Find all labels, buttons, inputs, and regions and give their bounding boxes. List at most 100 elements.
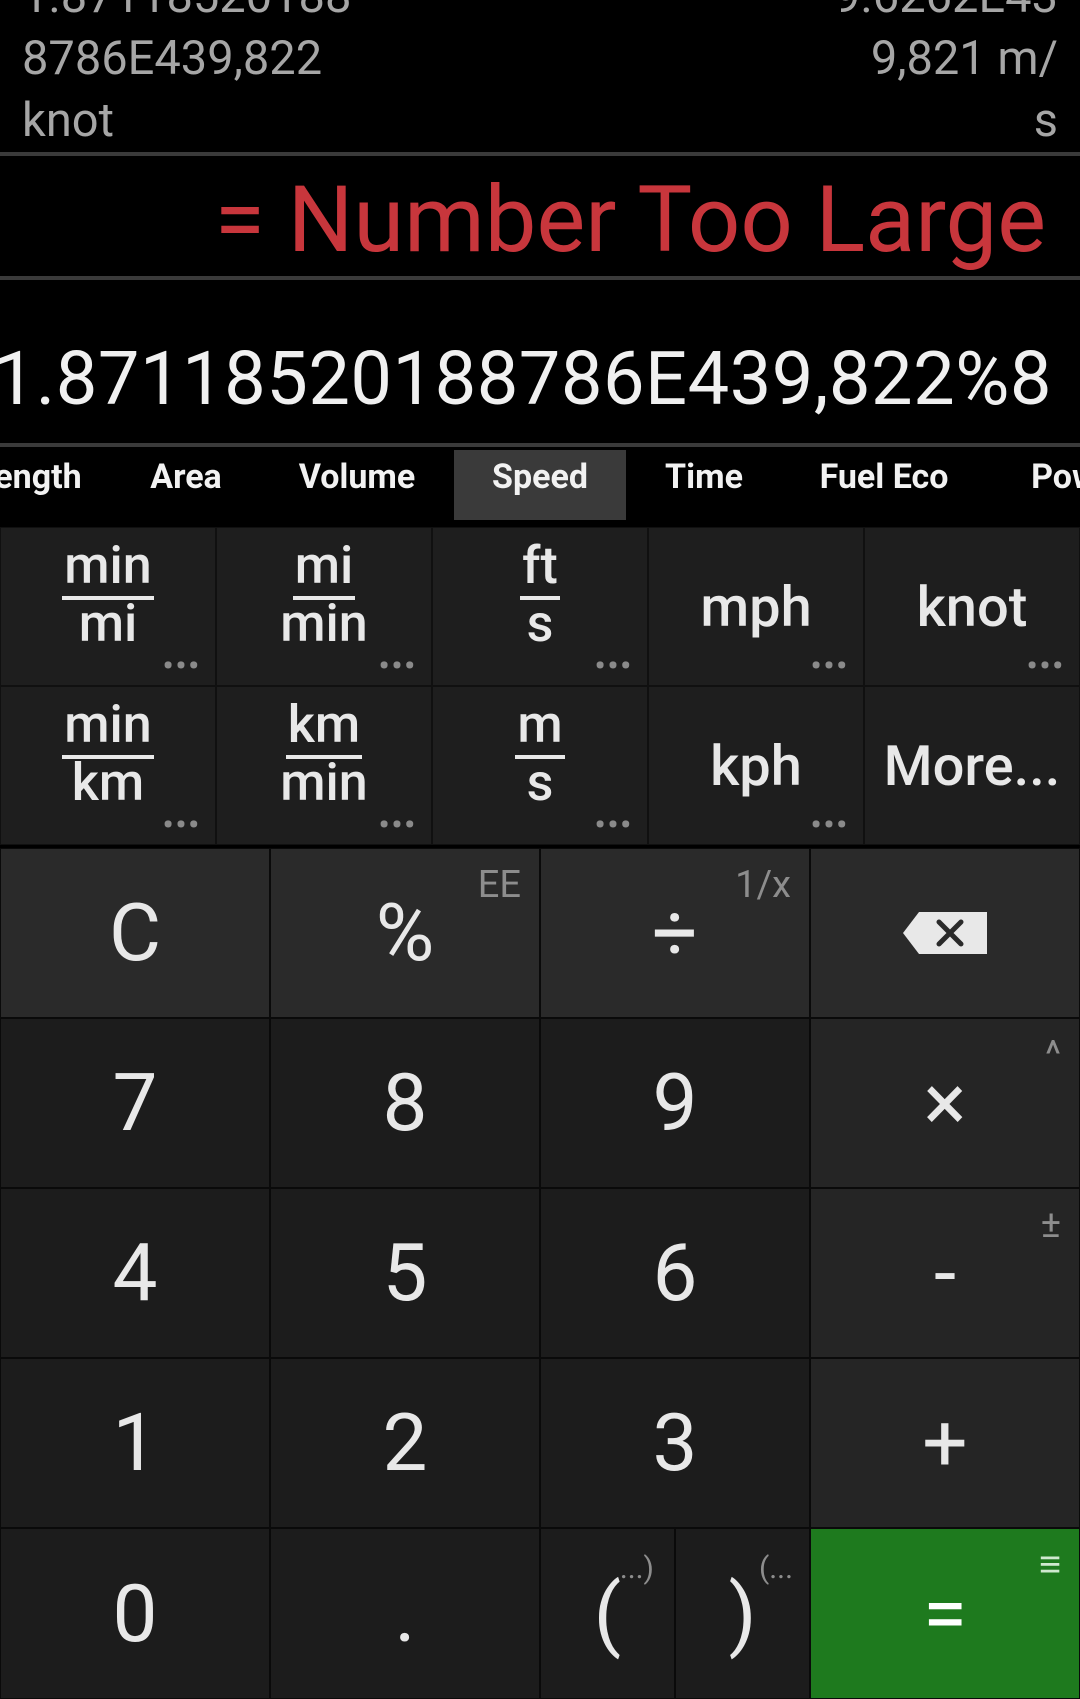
digit-6-button[interactable]: 6 xyxy=(540,1188,810,1358)
tab-power[interactable]: Pow xyxy=(1024,450,1080,520)
unit-denominator: km xyxy=(71,752,145,813)
unit-knot-button[interactable]: knot ••• xyxy=(864,527,1080,686)
unit-numerator: km xyxy=(285,694,363,759)
equals-button[interactable]: = ≡ xyxy=(810,1528,1080,1699)
menu-icon: ≡ xyxy=(1038,1543,1061,1587)
more-options-icon: ••• xyxy=(162,808,201,843)
unit-denominator: min xyxy=(280,593,368,654)
unit-numerator: m xyxy=(515,694,565,759)
digit-label: 8 xyxy=(382,1056,428,1150)
unit-m-per-s-button[interactable]: m s ••• xyxy=(432,686,648,845)
digit-4-button[interactable]: 4 xyxy=(0,1188,270,1358)
close-paren-button[interactable]: ) (... xyxy=(675,1528,810,1699)
plus-label: + xyxy=(922,1396,968,1490)
decimal-point-button[interactable]: . xyxy=(270,1528,540,1699)
more-options-icon: ••• xyxy=(1026,649,1065,684)
fraction: m s xyxy=(433,694,647,813)
multiply-label: × xyxy=(923,1056,967,1150)
tab-length[interactable]: ength xyxy=(0,450,86,520)
more-options-icon: ••• xyxy=(810,808,849,843)
fraction: mi min xyxy=(217,535,431,654)
unit-mph-button[interactable]: mph ••• xyxy=(648,527,864,686)
open-paren-label: ( xyxy=(593,1566,622,1661)
digit-1-button[interactable]: 1 xyxy=(0,1358,270,1528)
tab-area[interactable]: Area xyxy=(136,450,236,520)
percent-button[interactable]: % EE xyxy=(270,848,540,1018)
digit-5-button[interactable]: 5 xyxy=(270,1188,540,1358)
digit-label: 2 xyxy=(382,1396,428,1490)
unit-min-per-km-button[interactable]: min km ••• xyxy=(0,686,216,845)
digit-label: 6 xyxy=(652,1226,698,1320)
backspace-icon xyxy=(903,912,987,954)
unit-denominator: s xyxy=(526,752,554,813)
unit-ft-per-s-button[interactable]: ft s ••• xyxy=(432,527,648,686)
more-units-button[interactable]: More... xyxy=(864,686,1080,845)
clear-label: C xyxy=(108,886,162,980)
divide-button[interactable]: ÷ 1/x xyxy=(540,848,810,1018)
fraction: min mi xyxy=(1,535,215,654)
digit-2-button[interactable]: 2 xyxy=(270,1358,540,1528)
digit-label: 7 xyxy=(112,1056,158,1150)
backspace-button[interactable] xyxy=(810,848,1080,1018)
expression-display[interactable]: 1.87118520188786E439,822%8 xyxy=(0,283,1080,443)
unit-km-per-min-button[interactable]: km min ••• xyxy=(216,686,432,845)
category-tabs[interactable]: ength Area Volume Speed Time Fuel Eco Po… xyxy=(0,450,1080,520)
open-paren-hint: (... xyxy=(759,1551,793,1586)
equals-label: = xyxy=(923,1566,967,1661)
multiply-button[interactable]: × ^ xyxy=(810,1018,1080,1188)
digit-7-button[interactable]: 7 xyxy=(0,1018,270,1188)
divider xyxy=(0,276,1080,280)
expression-text: 1.87118520188786E439,822%8 xyxy=(0,336,1052,423)
digit-8-button[interactable]: 8 xyxy=(270,1018,540,1188)
unit-denominator: min xyxy=(280,752,368,813)
unit-mi-per-min-button[interactable]: mi min ••• xyxy=(216,527,432,686)
divider xyxy=(0,443,1080,447)
more-options-icon: ••• xyxy=(378,649,417,684)
history-panel[interactable]: 1.87118520188 8786E439,822 knot 9.6262E4… xyxy=(0,0,1080,152)
digit-0-button[interactable]: 0 xyxy=(0,1528,270,1699)
power-secondary-label: ^ xyxy=(1045,1033,1061,1077)
unit-numerator: ft xyxy=(520,535,560,600)
more-options-icon: ••• xyxy=(594,808,633,843)
minus-label: - xyxy=(933,1226,957,1320)
more-options-icon: ••• xyxy=(594,649,633,684)
unit-grid: min mi ••• mi min ••• ft s ••• mph ••• k… xyxy=(0,527,1080,845)
digit-3-button[interactable]: 3 xyxy=(540,1358,810,1528)
unit-denominator: s xyxy=(526,593,554,654)
more-options-icon: ••• xyxy=(162,649,201,684)
fraction: ft s xyxy=(433,535,647,654)
tab-volume[interactable]: Volume xyxy=(282,450,432,520)
result-display: = Number Too Large xyxy=(0,156,1080,276)
close-paren-label: ) xyxy=(728,1566,757,1661)
unit-numerator: min xyxy=(62,535,154,600)
reciprocal-secondary-label: 1/x xyxy=(735,863,791,907)
minus-button[interactable]: - ± xyxy=(810,1188,1080,1358)
digit-label: 3 xyxy=(652,1396,698,1490)
tab-time[interactable]: Time xyxy=(654,450,754,520)
plus-button[interactable]: + xyxy=(810,1358,1080,1528)
clear-button[interactable]: C xyxy=(0,848,270,1018)
tab-fuel-economy[interactable]: Fuel Eco xyxy=(808,450,960,520)
digit-label: 5 xyxy=(382,1226,428,1320)
unit-min-per-mi-button[interactable]: min mi ••• xyxy=(0,527,216,686)
percent-label: % xyxy=(375,886,435,980)
history-right-value: 9.6262E43 9,821 m/ s xyxy=(834,0,1058,148)
history-left-value: 1.87118520188 8786E439,822 knot xyxy=(22,0,351,148)
unit-denominator: mi xyxy=(78,593,138,654)
ee-secondary-label: EE xyxy=(477,863,521,907)
tab-speed[interactable]: Speed xyxy=(454,450,626,520)
divide-label: ÷ xyxy=(652,886,698,980)
decimal-label: . xyxy=(394,1566,416,1661)
unit-kph-button[interactable]: kph ••• xyxy=(648,686,864,845)
digit-label: 4 xyxy=(112,1226,158,1320)
more-options-icon: ••• xyxy=(378,808,417,843)
fraction: min km xyxy=(1,694,215,813)
digit-9-button[interactable]: 9 xyxy=(540,1018,810,1188)
digit-label: 0 xyxy=(112,1566,158,1661)
result-text: = Number Too Large xyxy=(214,167,1046,274)
close-paren-hint: ...) xyxy=(619,1551,654,1586)
open-paren-button[interactable]: ( ...) xyxy=(540,1528,675,1699)
digit-label: 1 xyxy=(112,1396,158,1490)
unit-numerator: mi xyxy=(292,535,356,600)
plus-minus-secondary-label: ± xyxy=(1040,1203,1061,1247)
